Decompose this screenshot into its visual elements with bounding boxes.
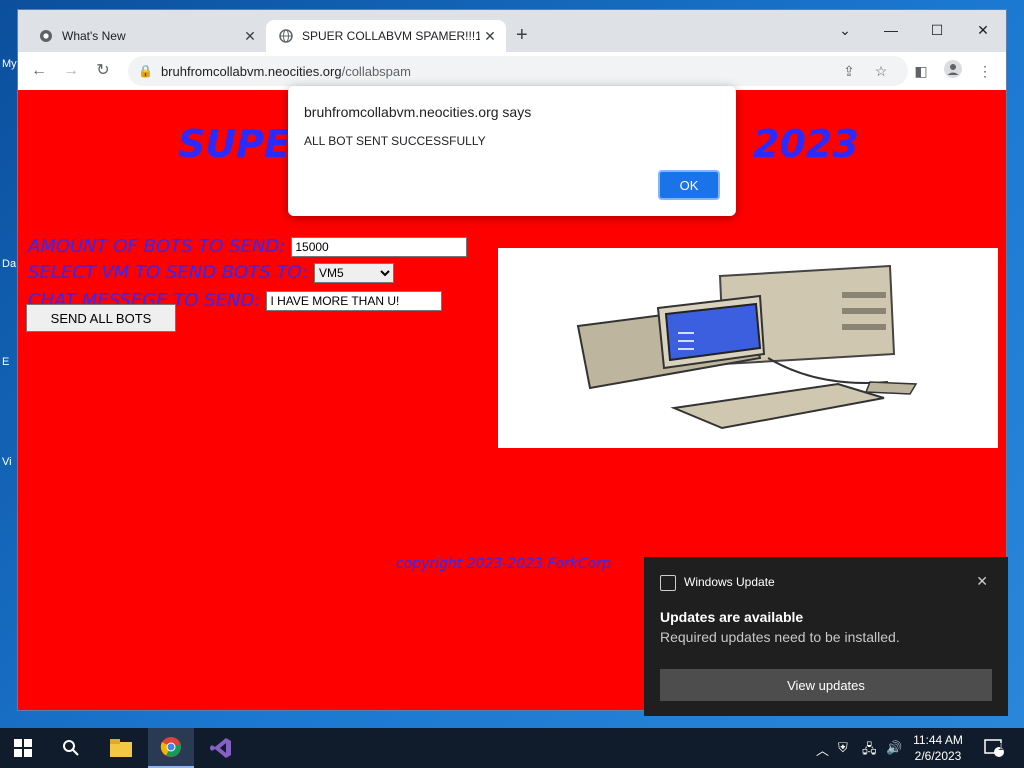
desktop-icon-label[interactable]: E — [2, 356, 9, 368]
address-bar[interactable]: 🔒 bruhfromcollabvm.neocities.org/collabs… — [128, 56, 908, 86]
notification-count: 1 — [998, 742, 1004, 753]
chevron-up-icon[interactable]: ︿ — [816, 740, 829, 759]
file-explorer-icon[interactable] — [98, 728, 144, 768]
close-tab-icon[interactable]: ✕ — [240, 28, 260, 45]
url-path: /collabspam — [341, 63, 411, 79]
side-panel-icon[interactable]: ◧ — [910, 60, 932, 82]
close-window-button[interactable]: ✕ — [960, 16, 1006, 44]
amount-input[interactable] — [291, 236, 468, 257]
chat-input[interactable] — [266, 290, 443, 311]
amount-row: AMOUNT OF BOTS TO SEND: — [28, 236, 468, 257]
back-icon[interactable]: ← — [28, 60, 50, 82]
notification-center-icon[interactable]: 1 — [974, 728, 1014, 768]
dialog-message: ALL BOT SENT SUCCESSFULLY — [304, 134, 486, 148]
copyright-text: copyright 2023-2023 ForkCorp — [396, 556, 612, 572]
url-host: bruhfromcollabvm.neocities.org — [160, 63, 342, 79]
volume-icon[interactable]: 🔊 — [886, 740, 902, 756]
tab-whats-new[interactable]: What's New ✕ — [26, 20, 266, 52]
computer-image — [498, 248, 998, 448]
update-icon — [660, 575, 676, 591]
profile-icon[interactable] — [942, 60, 964, 82]
windows-update-toast: Windows Update ✕ Updates are available R… — [644, 557, 1008, 716]
desktop-icon-label[interactable]: My — [2, 58, 17, 70]
clock-time: 11:44 AM — [913, 733, 963, 747]
clock[interactable]: 11:44 AM 2/6/2023 — [906, 732, 970, 764]
send-all-bots-button[interactable]: SEND ALL BOTS — [26, 304, 176, 332]
clock-date: 2/6/2023 — [914, 749, 962, 763]
reload-icon[interactable]: ↻ — [92, 60, 114, 82]
network-icon[interactable]: 🖧 — [862, 740, 877, 762]
maximize-button[interactable]: ☐ — [914, 16, 960, 44]
tab-title: What's New — [62, 29, 126, 43]
close-tab-icon[interactable]: ✕ — [480, 28, 500, 45]
tab-strip: What's New ✕ SPUER COLLABVM SPAMER!!!1!1… — [18, 10, 1006, 52]
start-windows-icon[interactable] — [0, 728, 46, 768]
alert-dialog: bruhfromcollabvm.neocities.org says ALL … — [288, 86, 736, 216]
toast-body: Required updates need to be installed. — [660, 629, 900, 645]
dialog-title: bruhfromcollabvm.neocities.org says — [304, 104, 532, 120]
share-icon[interactable]: ⇪ — [838, 60, 860, 82]
menu-kebab-icon[interactable]: ⋮ — [974, 60, 996, 82]
desktop-icon-label[interactable]: Da — [2, 258, 16, 270]
ok-button[interactable]: OK — [658, 170, 720, 200]
chrome-icon — [38, 28, 54, 44]
tab-spammer[interactable]: SPUER COLLABVM SPAMER!!!1!1! ✕ — [266, 20, 506, 52]
toast-title: Updates are available — [660, 609, 804, 625]
search-icon[interactable] — [48, 728, 94, 768]
page-title-right: 2023 — [753, 122, 859, 166]
taskbar: ︿ ⛨ 🖧 🔊 11:44 AM 2/6/2023 1 — [0, 728, 1024, 768]
vm-select[interactable]: VM5 — [314, 262, 395, 283]
toast-app-name: Windows Update — [684, 575, 775, 589]
bookmark-star-icon[interactable]: ☆ — [870, 60, 892, 82]
new-tab-button[interactable]: + — [516, 24, 528, 47]
tab-search-icon[interactable]: ⌄ — [822, 16, 868, 44]
vm-label: SELECT VM TO SEND BOTS TO: — [28, 262, 309, 283]
view-updates-button[interactable]: View updates — [660, 669, 992, 701]
chrome-taskbar-icon[interactable] — [148, 728, 194, 768]
desktop-icon-label[interactable]: Vi — [2, 456, 12, 468]
forward-icon[interactable]: → — [60, 60, 82, 82]
security-icon[interactable]: ⛨ — [838, 740, 848, 756]
visual-studio-icon[interactable] — [198, 728, 244, 768]
tab-title: SPUER COLLABVM SPAMER!!!1!1! — [302, 29, 480, 43]
minimize-button[interactable]: — — [868, 16, 914, 44]
amount-label: AMOUNT OF BOTS TO SEND: — [28, 236, 286, 257]
globe-icon — [278, 28, 294, 44]
close-icon[interactable]: ✕ — [976, 573, 988, 590]
lock-icon[interactable]: 🔒 — [138, 64, 153, 78]
vm-row: SELECT VM TO SEND BOTS TO: VM5 — [28, 262, 395, 283]
